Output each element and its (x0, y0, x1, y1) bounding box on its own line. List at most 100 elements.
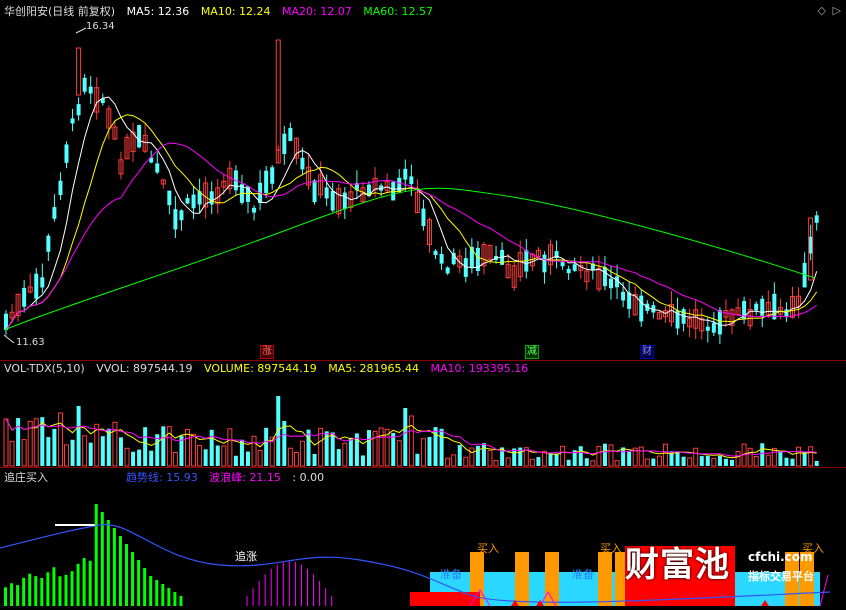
volume-bar-up (529, 458, 535, 467)
volume-bar-up (693, 447, 699, 467)
indicator-green-bar (40, 577, 44, 606)
indicator-green-bar (131, 552, 135, 606)
candlestick-chart[interactable] (0, 0, 846, 360)
buy-label-2: 买入 (600, 542, 622, 555)
volume-bar-down (348, 437, 353, 466)
candle-down (439, 253, 444, 264)
indicator-green-bar (22, 577, 26, 606)
volume-bar-up (753, 456, 759, 467)
indicator-orange-bar (515, 552, 529, 606)
indicator-green-bar (82, 558, 86, 606)
volume-bar-down (433, 427, 438, 466)
divider-volume-indicator (0, 467, 846, 468)
candle-down (421, 208, 426, 227)
candle-down (76, 104, 81, 116)
divider-main-volume (0, 360, 846, 361)
candle-down (609, 278, 613, 289)
volume-bar-up (687, 457, 693, 467)
volume-bar-up (172, 451, 178, 467)
candle-down (717, 310, 722, 335)
chase-label: 追涨 (235, 550, 257, 563)
indicator-green-bar (155, 580, 159, 606)
volume-bar-up (64, 444, 69, 467)
candle-down (602, 267, 607, 287)
volume-bar-down (143, 427, 148, 466)
volume-bar-down (306, 429, 311, 466)
volume-bar-down (566, 459, 571, 466)
candle-down (209, 191, 214, 205)
candle-down (711, 322, 716, 333)
candle-down (445, 267, 450, 274)
volume-bar-down (118, 437, 123, 466)
candle-down (185, 198, 190, 204)
candle-down (397, 177, 402, 192)
volume-bar-up (408, 415, 414, 467)
candle-down (155, 163, 160, 173)
candle-down (705, 326, 710, 331)
candle-down (46, 235, 51, 252)
volume-bar-down (512, 448, 517, 466)
vol-ma5-line (5, 418, 817, 459)
volume-bar-up (227, 428, 233, 467)
candle-down (70, 118, 75, 124)
volume-bar-down (137, 449, 142, 466)
indicator-green-bar (76, 563, 80, 606)
volume-bar-down (52, 428, 57, 466)
volume-bar-up (493, 459, 499, 467)
volume-bar-up (197, 445, 203, 467)
indicator-green-bar (112, 528, 116, 606)
volume-bar-down (554, 453, 559, 466)
volume-bar-up (596, 446, 602, 467)
volume-bar-down (439, 428, 444, 466)
indicator-green-bar (149, 576, 153, 606)
volume-bar-up (21, 439, 27, 467)
volume-bar-up (82, 435, 88, 467)
volume-bar-up (656, 455, 662, 467)
marker-jian: 减 (525, 345, 539, 359)
indicator-green-bar (173, 592, 177, 606)
candle-down (82, 77, 87, 92)
volume-bar-down (578, 446, 583, 466)
indicator-green-bar (161, 584, 165, 606)
volume-bar-down (778, 451, 783, 466)
candle-down (173, 209, 178, 230)
volume-bar-down (681, 456, 686, 466)
indicator-green-bar (94, 504, 98, 606)
candle-down (560, 262, 565, 267)
volume-bar-down (16, 418, 21, 466)
candle-down (179, 210, 184, 221)
volume-bar-down (481, 443, 486, 466)
volume-bar-down (584, 458, 589, 466)
candle-down (754, 303, 759, 311)
indicator-green-bar (28, 573, 32, 606)
watermark-brand: 财富池 (625, 545, 730, 585)
volume-bar-up (711, 457, 717, 467)
volume-chart[interactable] (0, 368, 846, 468)
volume-bar-down (627, 451, 632, 466)
volume-bar-down (699, 456, 704, 466)
candle-down (52, 207, 57, 219)
indicator-green-bar (16, 585, 20, 606)
watermark-slogan: 指标交易平台 (748, 570, 814, 583)
volume-bar-up (638, 446, 644, 467)
volume-bar-up (372, 430, 378, 467)
volume-bar-down (790, 458, 795, 466)
candle-spike (76, 47, 82, 96)
indicator-green-bar (179, 596, 183, 606)
indicator-green-bar (167, 588, 171, 606)
volume-bar-up (614, 460, 620, 467)
prepare-label-2: 准备 (572, 568, 594, 581)
volume-bar-up (257, 449, 263, 467)
candle-down (252, 207, 257, 213)
ma60-line (3, 187, 816, 331)
candle-spike (275, 39, 281, 151)
candle-down (270, 167, 275, 184)
candle-down (137, 125, 142, 148)
volume-bar-down (427, 436, 432, 466)
volume-bar-down (705, 455, 710, 466)
indicator-green-bar (34, 576, 38, 606)
volume-bar-down (391, 432, 396, 466)
volume-bar-down (730, 459, 734, 466)
volume-bar-down (88, 442, 93, 466)
candle-down (324, 187, 329, 199)
